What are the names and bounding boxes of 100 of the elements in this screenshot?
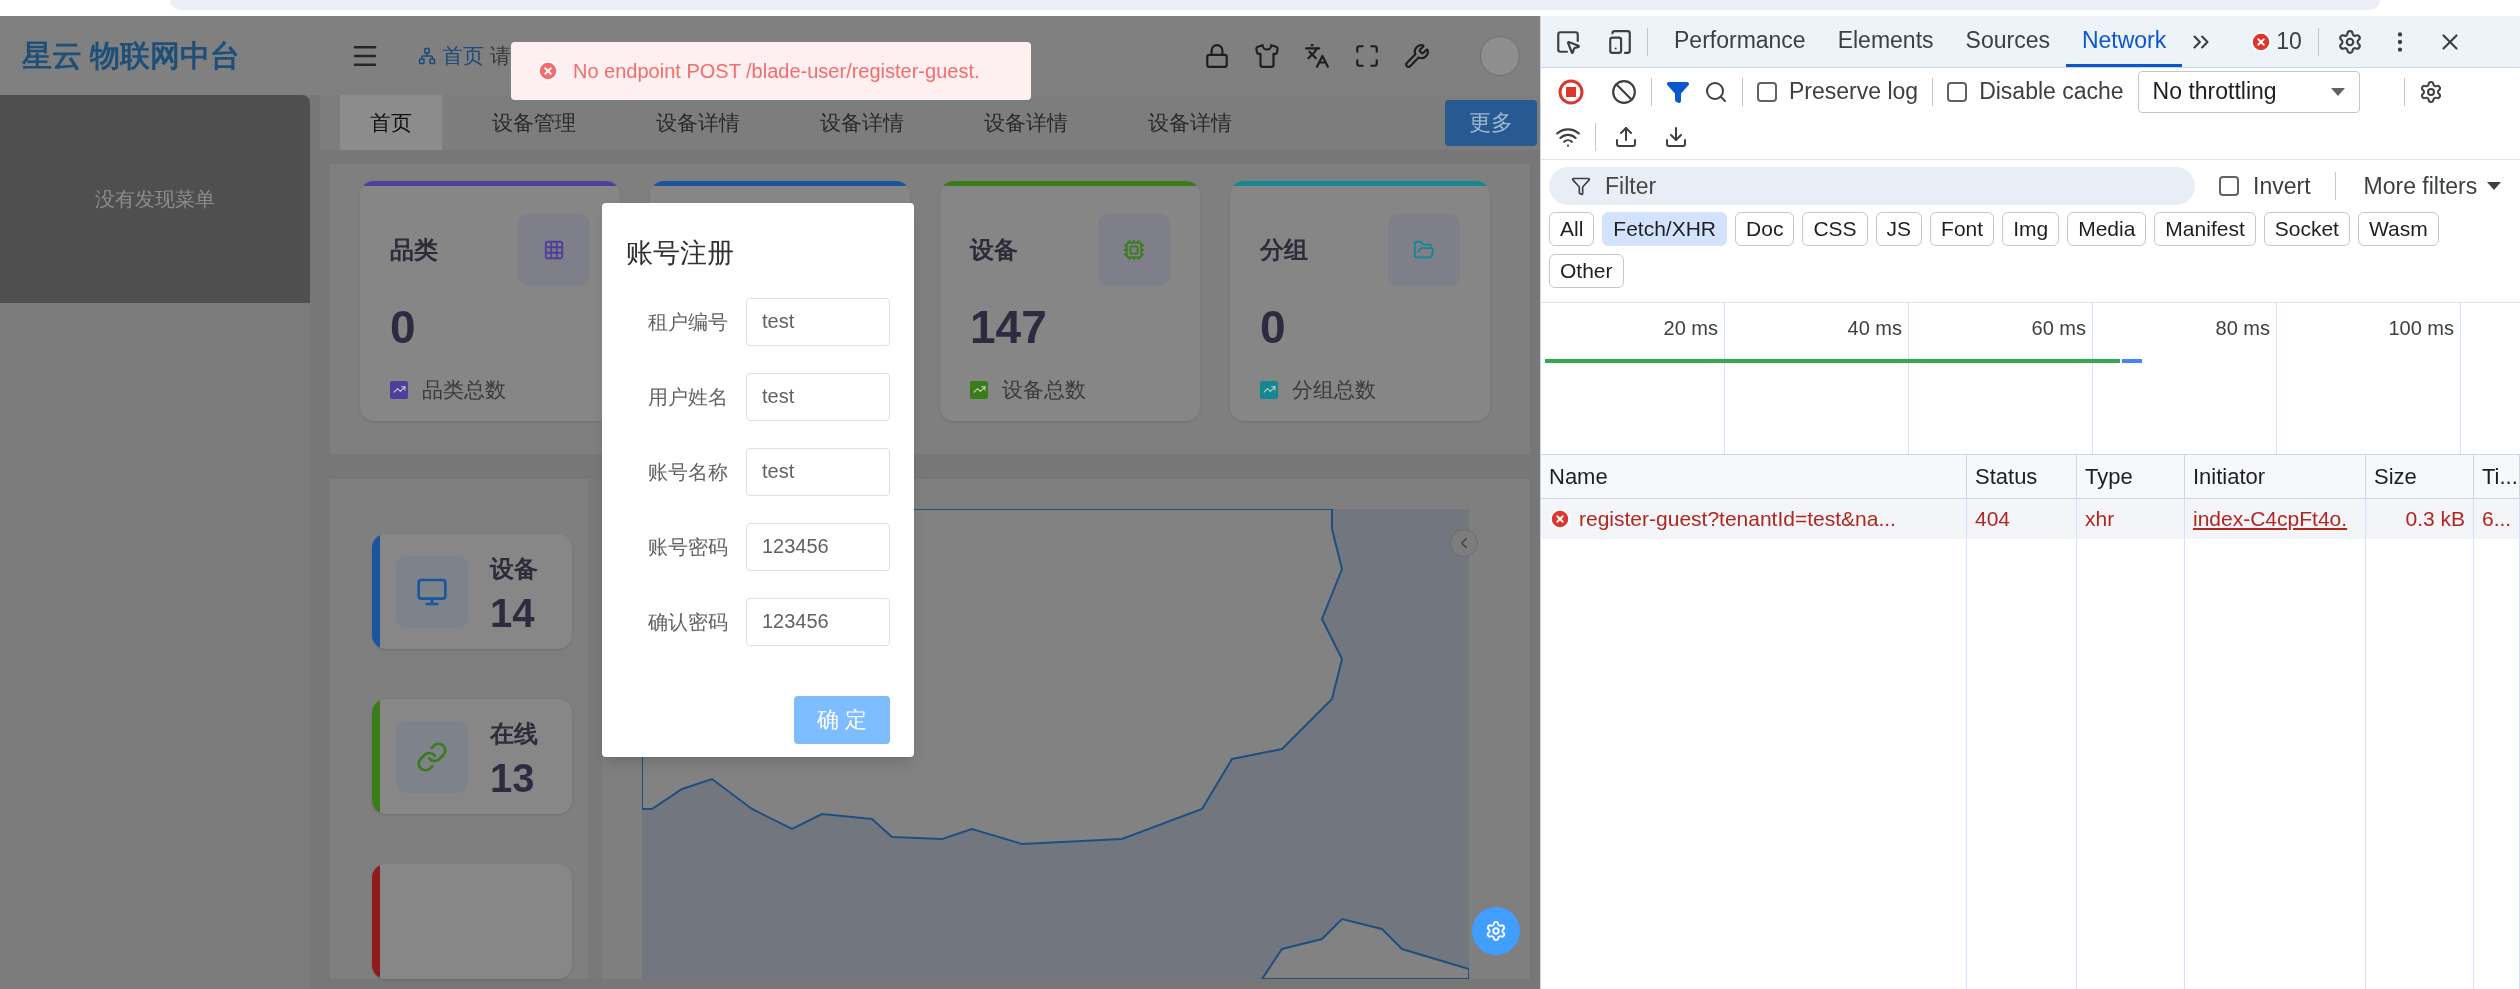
trend-icon xyxy=(390,380,408,399)
type-filter-chip[interactable]: Font xyxy=(1930,212,1995,246)
field-label: 租户编号 xyxy=(647,309,728,335)
column-header[interactable]: Size xyxy=(2366,455,2474,498)
toast-message: No endpoint POST /blade-user/register-guest. xyxy=(573,59,980,84)
input-field[interactable]: test xyxy=(746,297,890,346)
field-label: 确认密码 xyxy=(647,609,728,635)
clear-icon[interactable] xyxy=(1611,78,1637,105)
search-icon[interactable] xyxy=(1704,79,1728,104)
card-title: 设备 xyxy=(490,553,538,584)
translate-icon[interactable] xyxy=(1304,42,1330,69)
table-cell-text: xhr xyxy=(2085,506,2115,533)
device-toolbar-icon[interactable] xyxy=(1607,28,1633,55)
settings-icon xyxy=(1485,920,1507,942)
type-filter-chip[interactable]: Wasm xyxy=(2357,212,2439,246)
time-tick-label: 20 ms xyxy=(1663,316,1718,341)
checkbox[interactable] xyxy=(2219,176,2239,196)
card-caption: 品类总数 xyxy=(422,377,506,403)
devtools-tab[interactable]: Performance xyxy=(1658,16,1822,67)
breadcrumb-icon xyxy=(418,46,436,65)
table-cell-text: 0.3 kB xyxy=(2405,506,2465,533)
column-header[interactable]: Type xyxy=(2077,455,2185,498)
throttling-dropdown[interactable]: No throttling xyxy=(2137,70,2360,113)
card-title: 分组 xyxy=(1260,235,1308,265)
card-value: 0 xyxy=(1260,304,1287,350)
checkbox[interactable] xyxy=(1947,81,1968,102)
settings-icon[interactable] xyxy=(2336,28,2363,55)
wrench-icon[interactable] xyxy=(1404,42,1430,69)
card-title: 品类 xyxy=(390,235,438,265)
folder-icon xyxy=(1413,239,1435,261)
download-icon[interactable] xyxy=(1664,125,1688,149)
type-filter-chip[interactable]: CSS xyxy=(1802,212,1868,246)
input-field[interactable]: 123456 xyxy=(746,522,890,571)
settings-button[interactable] xyxy=(1472,907,1520,955)
time-tick-label: 60 ms xyxy=(2031,316,2086,341)
error-count[interactable]: 10 xyxy=(2276,24,2302,59)
lock-icon[interactable] xyxy=(1204,42,1230,69)
input-field[interactable]: 123456 xyxy=(746,597,890,646)
card-caption: 分组总数 xyxy=(1292,377,1376,403)
table-cell-text: 404 xyxy=(1975,506,2011,533)
input-field[interactable]: test xyxy=(746,447,890,496)
settings-icon[interactable] xyxy=(2418,79,2443,104)
card-value: 13 xyxy=(490,757,536,798)
checkbox[interactable] xyxy=(1757,81,1777,102)
dialog-title: 账号注册 xyxy=(626,237,735,270)
page-tab[interactable]: 首页 xyxy=(340,95,442,150)
field-label: 账号名称 xyxy=(647,459,728,485)
field-label: 账号密码 xyxy=(647,534,728,560)
time-tick-label: 40 ms xyxy=(1847,316,1902,341)
time-tick-label: 100 ms xyxy=(2388,316,2454,341)
trend-icon xyxy=(1260,380,1278,399)
checkbox-label: Disable cache xyxy=(1979,77,2124,107)
chip-icon xyxy=(1123,239,1145,261)
type-filter-chip[interactable]: Doc xyxy=(1735,212,1795,246)
type-filter-chip[interactable]: Manifest xyxy=(2154,212,2256,246)
page-tab[interactable]: 设备管理 xyxy=(462,95,606,150)
empty-menu-text: 没有发现菜单 xyxy=(95,187,215,212)
more-filters-dropdown[interactable]: More filters xyxy=(2363,168,2502,204)
type-filter-chip[interactable]: Other xyxy=(1549,254,1624,288)
column-header[interactable]: Ti... xyxy=(2474,455,2520,498)
type-filter-chip[interactable]: Fetch/XHR xyxy=(1602,212,1728,246)
fullscreen-icon[interactable] xyxy=(1354,42,1380,69)
table-cell-text: register-guest?tenantId=test&na... xyxy=(1579,506,1896,533)
record-stop-icon[interactable] xyxy=(1557,77,1585,106)
type-filter-chip[interactable]: Img xyxy=(2002,212,2060,246)
initiator-link[interactable]: index-C4cpFt4o. xyxy=(2193,503,2348,535)
breadcrumb-text: 请 xyxy=(490,42,511,69)
time-tick-label: 80 ms xyxy=(2215,316,2270,341)
input-field[interactable]: test xyxy=(746,372,890,421)
caret-icon xyxy=(2330,87,2345,96)
filter-field[interactable]: Filter xyxy=(1549,167,2195,205)
inspect-icon[interactable] xyxy=(1555,28,1581,55)
card-value: 0 xyxy=(390,304,417,350)
column-header[interactable]: Name xyxy=(1541,455,1967,498)
column-header[interactable]: Status xyxy=(1967,455,2077,498)
card-value: 147 xyxy=(970,304,1048,350)
type-filter-chip[interactable]: All xyxy=(1549,212,1595,246)
shirt-icon[interactable] xyxy=(1254,42,1280,69)
grid-icon xyxy=(543,239,565,261)
card-title: 在线 xyxy=(490,718,538,749)
type-filter-chip[interactable]: JS xyxy=(1875,212,1923,246)
request-row[interactable]: register-guest?tenantId=test&na... 404 xhr index-C4cpFt4o. 0.3 kB 6... xyxy=(1541,499,2520,539)
caret-icon xyxy=(2487,182,2502,190)
card-title: 设备 xyxy=(970,235,1018,265)
devtools-tab[interactable]: Elements xyxy=(1821,16,1950,67)
filter-icon[interactable] xyxy=(1666,79,1690,104)
card-value: 14 xyxy=(490,592,536,633)
table-cell-text: 6... xyxy=(2482,506,2512,533)
type-filter-chip[interactable]: Media xyxy=(2067,212,2147,246)
type-filter-chip[interactable]: Socket xyxy=(2263,212,2350,246)
app-logo: 星云 物联网中台 xyxy=(21,38,242,74)
link-icon xyxy=(416,740,448,773)
devtools-tab[interactable]: Sources xyxy=(1949,16,2066,67)
devtools-tab[interactable]: Network xyxy=(2065,16,2183,67)
error-icon xyxy=(2250,30,2273,53)
trend-icon xyxy=(970,380,988,399)
upload-icon[interactable] xyxy=(1614,125,1638,149)
column-header[interactable]: Initiator xyxy=(2185,455,2366,498)
filter-icon xyxy=(1571,176,1591,196)
checkbox-label: Preserve log xyxy=(1789,77,1919,107)
